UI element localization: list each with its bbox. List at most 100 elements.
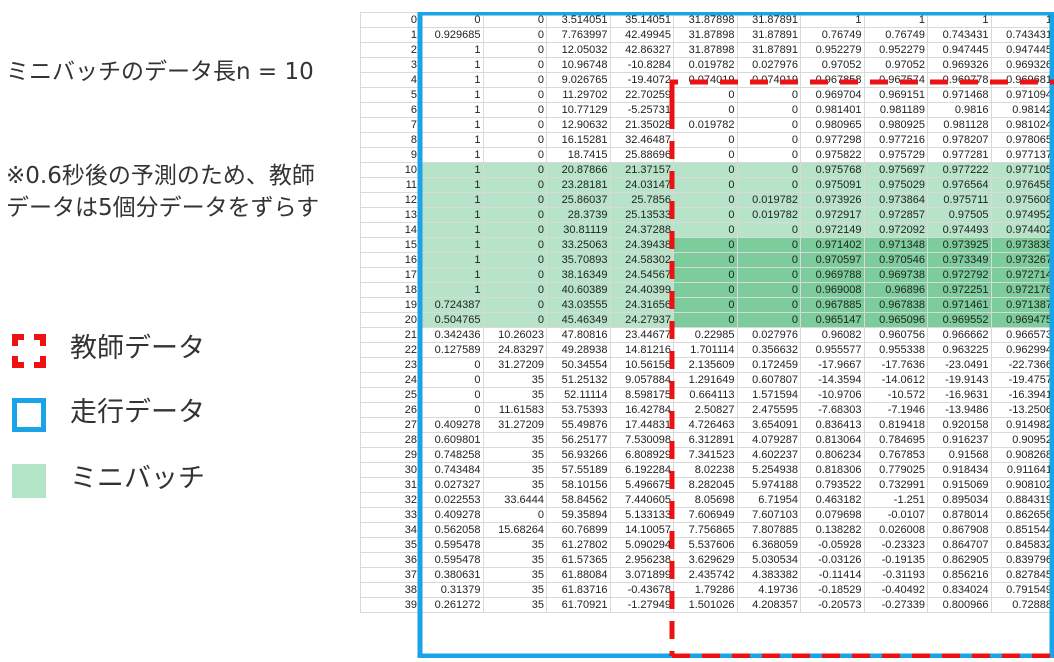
table-cell[interactable]: 25.13533 <box>609 207 674 223</box>
table-cell[interactable]: 2.50827 <box>673 402 738 418</box>
table-cell[interactable]: 0.834024 <box>927 582 992 598</box>
table-cell[interactable]: 35 <box>482 432 547 448</box>
table-cell[interactable]: 1.571594 <box>736 387 801 403</box>
table-cell[interactable]: 1 <box>419 102 484 118</box>
table-cell[interactable]: 0 <box>482 57 547 73</box>
table-cell[interactable]: 0 <box>736 102 801 118</box>
table-cell[interactable]: 0.969788 <box>800 267 865 283</box>
table-cell[interactable]: -13.2506 <box>990 402 1054 418</box>
table-cell[interactable]: 0 <box>482 297 547 313</box>
table-cell[interactable]: 7.607103 <box>736 507 801 523</box>
table-cell[interactable]: 2.956238 <box>609 552 674 568</box>
table-cell[interactable]: 0.967885 <box>800 297 865 313</box>
table-cell[interactable]: 0 <box>673 312 738 328</box>
table-cell[interactable]: -10.9706 <box>800 387 865 403</box>
table-cell[interactable]: 6.368059 <box>736 537 801 553</box>
table-cell[interactable]: 0 <box>736 312 801 328</box>
table-cell[interactable]: 0.748258 <box>419 447 484 463</box>
table-cell[interactable]: 53.75393 <box>546 402 611 418</box>
table-cell[interactable]: 16.42784 <box>609 402 674 418</box>
table-cell[interactable]: 56.93266 <box>546 447 611 463</box>
table-cell[interactable]: 0.862905 <box>927 552 992 568</box>
table-cell[interactable]: 0 <box>482 27 547 43</box>
table-cell[interactable]: 0.965147 <box>800 312 865 328</box>
table-cell[interactable]: 58.10156 <box>546 477 611 493</box>
table-cell[interactable]: 0 <box>673 192 738 208</box>
table-cell[interactable]: 49.28938 <box>546 342 611 358</box>
table-cell[interactable]: 0.970597 <box>800 252 865 268</box>
table-cell[interactable]: 0.562058 <box>419 522 484 538</box>
table-cell[interactable]: 0.975608 <box>990 192 1054 208</box>
table-cell[interactable]: 0.974493 <box>927 222 992 238</box>
table-cell[interactable]: 0.972149 <box>800 222 865 238</box>
table-cell[interactable]: 35.14051 <box>609 12 674 28</box>
table-cell[interactable]: 17.44831 <box>609 417 674 433</box>
table-cell[interactable]: 5.090294 <box>609 537 674 553</box>
table-cell[interactable]: -22.7366 <box>990 357 1054 373</box>
table-cell[interactable]: 0.791549 <box>990 582 1054 598</box>
table-cell[interactable]: 0 <box>736 177 801 193</box>
table-cell[interactable]: 1 <box>419 267 484 283</box>
table-cell[interactable]: 0.975822 <box>800 147 865 163</box>
table-cell[interactable]: 24.58302 <box>609 252 674 268</box>
table-cell[interactable]: 0 <box>482 102 547 118</box>
table-cell[interactable]: 0.969008 <box>800 282 865 298</box>
table-cell[interactable]: 0 <box>482 72 547 88</box>
table-cell[interactable]: 0.895034 <box>927 492 992 508</box>
table-cell[interactable]: 56.25177 <box>546 432 611 448</box>
table-cell[interactable]: 0 <box>482 252 547 268</box>
table-cell[interactable]: 1 <box>927 12 992 28</box>
table-cell[interactable]: 0.977281 <box>927 147 992 163</box>
table-cell[interactable]: 8.598175 <box>609 387 674 403</box>
table-cell[interactable]: 0 <box>673 252 738 268</box>
table-cell[interactable]: -0.27339 <box>863 597 928 613</box>
table-cell[interactable]: 11.61583 <box>482 402 547 418</box>
table-cell[interactable]: 0.952279 <box>800 42 865 58</box>
table-cell[interactable]: 0.22985 <box>673 327 738 343</box>
table-cell[interactable]: -7.68303 <box>800 402 865 418</box>
table-cell[interactable]: 0 <box>673 267 738 283</box>
table-cell[interactable]: 0.969326 <box>990 57 1054 73</box>
table-cell[interactable]: 0.969326 <box>927 57 992 73</box>
table-cell[interactable]: 0 <box>419 12 484 28</box>
table-cell[interactable]: 0.967574 <box>863 72 928 88</box>
table-cell[interactable]: 3.514051 <box>546 12 611 28</box>
table-cell[interactable]: 0.972917 <box>800 207 865 223</box>
table-cell[interactable]: 0.975029 <box>863 177 928 193</box>
table-cell[interactable]: -14.3594 <box>800 372 865 388</box>
table-cell[interactable]: 35 <box>482 462 547 478</box>
table-cell[interactable]: 0.98142 <box>990 102 1054 118</box>
table-cell[interactable]: 0 <box>482 312 547 328</box>
table-cell[interactable]: 9.057884 <box>609 372 674 388</box>
table-cell[interactable]: 24.40399 <box>609 282 674 298</box>
table-cell[interactable]: 0.784695 <box>863 432 928 448</box>
table-cell[interactable]: 0.973925 <box>927 237 992 253</box>
table-cell[interactable]: 0 <box>736 87 801 103</box>
table-cell[interactable]: -14.0612 <box>863 372 928 388</box>
table-cell[interactable]: 4.079287 <box>736 432 801 448</box>
table-cell[interactable]: 7.341523 <box>673 447 738 463</box>
table-cell[interactable]: 10.77129 <box>546 102 611 118</box>
table-cell[interactable]: 0.971402 <box>800 237 865 253</box>
table-cell[interactable]: 20.87866 <box>546 162 611 178</box>
table-cell[interactable]: 59.35894 <box>546 507 611 523</box>
table-cell[interactable]: -23.0491 <box>927 357 992 373</box>
table-cell[interactable]: 1 <box>419 237 484 253</box>
table-cell[interactable]: 0 <box>482 42 547 58</box>
table-cell[interactable]: 0.862656 <box>990 507 1054 523</box>
table-cell[interactable]: 0.827845 <box>990 567 1054 583</box>
table-cell[interactable]: 0.947445 <box>990 42 1054 58</box>
table-cell[interactable]: 0.955338 <box>863 342 928 358</box>
table-cell[interactable]: 35.70893 <box>546 252 611 268</box>
table-cell[interactable]: 0.074019 <box>673 72 738 88</box>
table-cell[interactable]: 0.972176 <box>990 282 1054 298</box>
table-cell[interactable]: 0 <box>673 297 738 313</box>
table-cell[interactable]: -17.7636 <box>863 357 928 373</box>
table-cell[interactable]: 33.6444 <box>482 492 547 508</box>
table-cell[interactable]: 25.88696 <box>609 147 674 163</box>
table-cell[interactable]: 0.97052 <box>863 57 928 73</box>
table-cell[interactable]: 30.81119 <box>546 222 611 238</box>
table-cell[interactable]: 1 <box>419 147 484 163</box>
table-cell[interactable]: 5.496675 <box>609 477 674 493</box>
table-cell[interactable]: 0.972792 <box>927 267 992 283</box>
